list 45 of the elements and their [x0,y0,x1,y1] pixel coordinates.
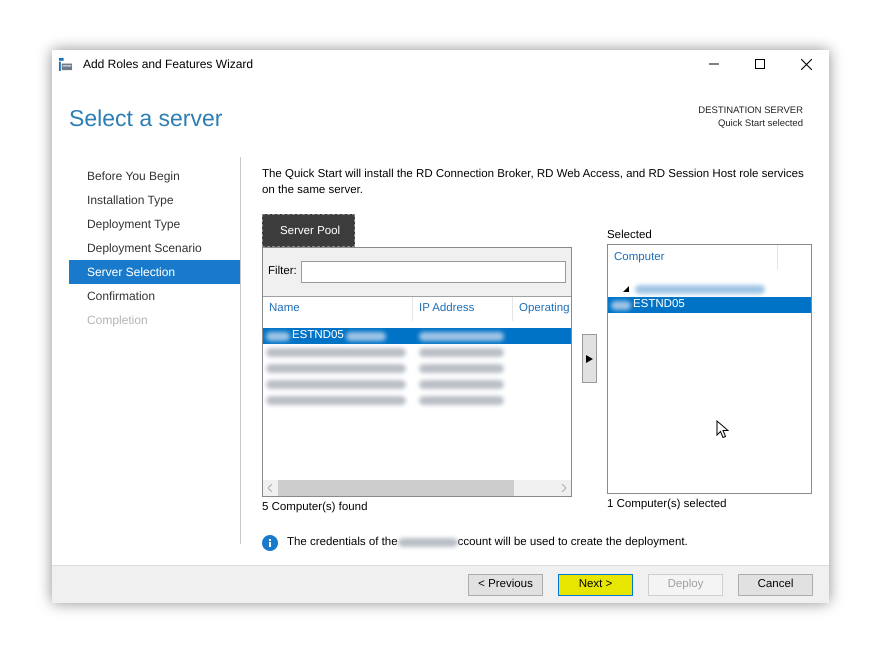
column-header[interactable]: Computer [608,245,778,270]
wizard-step[interactable]: Deployment Scenario [69,236,240,260]
wizard-step[interactable]: Confirmation [69,284,240,308]
server-name: ESTND05 [292,328,344,344]
wizard-step[interactable]: Before You Begin [69,164,240,188]
right-triangle-icon [586,354,593,362]
expand-triangle-icon[interactable] [623,286,629,292]
wizard-step[interactable]: Server Selection [69,260,240,284]
column-header[interactable]: Operating [513,297,571,321]
app-icon [58,56,73,72]
close-icon [800,58,812,70]
info-text: ccount will be used to create the deployment. [458,535,688,550]
maximize-icon [755,59,765,69]
description-text: The Quick Start will install the RD Connection Broker, RD Web Access, and RD Session Host role services on the same server. [262,167,805,198]
horizontal-scrollbar[interactable] [263,480,571,496]
blurred-text [398,538,458,548]
filter-label: Filter: [268,264,297,280]
blurred-text [611,300,631,310]
server-pool-tab[interactable]: Server Pool [262,214,355,247]
destination-value: Quick Start selected [716,117,803,130]
selected-count: 1 Computer(s) selected [607,497,728,512]
wizard-step[interactable]: Installation Type [69,188,240,212]
wizard-step[interactable]: Deployment Type [69,212,240,236]
wizard-button[interactable]: < Previous [468,574,543,596]
wizard-button[interactable]: Next > [558,574,633,596]
filter-field[interactable] [300,261,566,283]
blurred-text [266,332,290,340]
blurred-text [346,332,386,340]
selected-label: Selected [607,228,653,243]
column-header[interactable]: Name [263,297,413,321]
column-header[interactable]: IP Address [413,297,513,321]
destination-label: DESTINATION SERVER [698,104,803,117]
scroll-right-icon[interactable] [561,484,566,492]
info-text: The credentials of the [287,535,398,550]
computer-name: ESTND05 [633,297,685,312]
server-row[interactable]: ESTND05 [263,328,571,344]
info-icon [262,534,278,551]
window-title: Add Roles and Features Wizard [83,56,254,73]
selected-computer-row[interactable]: ESTND05 [608,297,811,313]
wizard-button[interactable]: Cancel [738,574,813,596]
mouse-pointer-icon [716,420,729,439]
scroll-left-icon[interactable] [268,484,273,492]
found-count: 5 Computer(s) found [262,500,368,515]
add-button[interactable] [582,334,597,383]
page-title: Select a server [69,104,222,133]
